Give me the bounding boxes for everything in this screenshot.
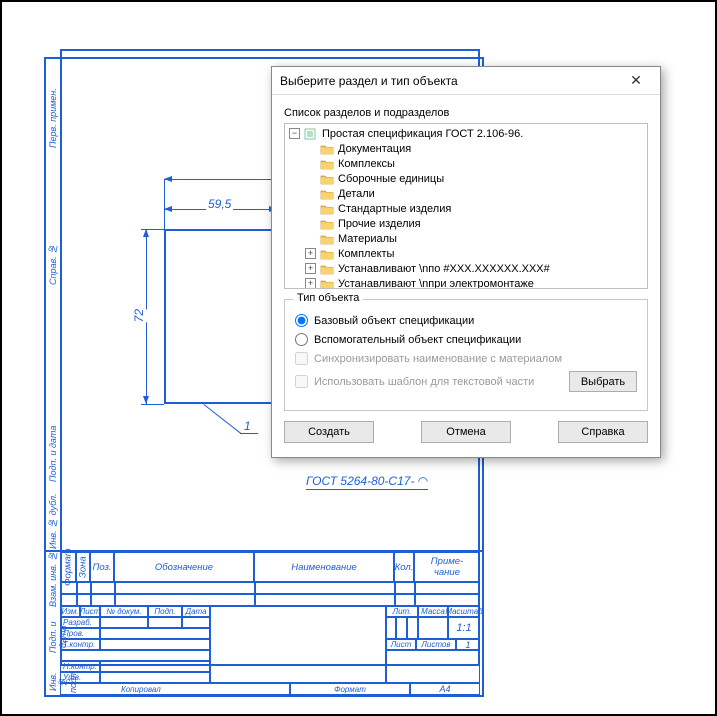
- title-block: Формат Зона Поз. Обозначение Наименовани…: [46, 550, 482, 695]
- radio-aux-object[interactable]: Вспомогательный объект спецификации: [295, 333, 637, 346]
- type-groupbox: Тип объекта Базовый объект спецификации …: [284, 299, 648, 411]
- margin-label: Подп. и дата: [48, 419, 58, 489]
- tree-item[interactable]: Детали: [289, 186, 643, 201]
- expand-icon[interactable]: +: [305, 278, 316, 289]
- tree-item-label: Детали: [338, 188, 375, 200]
- cancel-button[interactable]: Отмена: [421, 421, 511, 443]
- tree-item[interactable]: + Комплекты: [289, 246, 643, 261]
- tree-spacer: [305, 218, 316, 229]
- collapse-icon[interactable]: −: [289, 128, 300, 139]
- help-button[interactable]: Справка: [558, 421, 648, 443]
- leader-text: 1: [242, 419, 253, 433]
- close-icon[interactable]: ✕: [620, 71, 652, 91]
- radio-label: Базовый объект спецификации: [314, 315, 474, 327]
- margin-label: Инв. № дубл.: [48, 493, 58, 549]
- tree-root[interactable]: − Простая спецификация ГОСТ 2.106-96.: [289, 126, 643, 141]
- checkbox-label: Синхронизировать наименование с материал…: [314, 353, 562, 365]
- tree-spacer: [305, 233, 316, 244]
- tree-spacer: [305, 188, 316, 199]
- tree-spacer: [305, 203, 316, 214]
- expand-icon[interactable]: +: [305, 263, 316, 274]
- radio-label: Вспомогательный объект спецификации: [314, 334, 521, 346]
- tree-item[interactable]: Прочие изделия: [289, 216, 643, 231]
- select-button[interactable]: Выбрать: [569, 371, 637, 392]
- groupbox-legend: Тип объекта: [293, 292, 363, 304]
- folder-icon: [320, 233, 334, 245]
- radio-input[interactable]: [295, 333, 308, 346]
- margin-label: Справ. №: [48, 209, 58, 319]
- radio-input[interactable]: [295, 314, 308, 327]
- tree-item[interactable]: Материалы: [289, 231, 643, 246]
- tree-item[interactable]: + Устанавливают \nпо #XXX.XXXXXX.XXX#: [289, 261, 643, 276]
- checkbox-input: [295, 375, 308, 388]
- tree-root-label: Простая спецификация ГОСТ 2.106-96.: [322, 128, 523, 140]
- folder-icon: [320, 188, 334, 200]
- tree-item-label: Документация: [338, 143, 411, 155]
- tree-item[interactable]: Сборочные единицы: [289, 171, 643, 186]
- dimension-text: 59,5: [206, 197, 233, 211]
- folder-icon: [320, 218, 334, 230]
- folder-icon: [320, 158, 334, 170]
- folder-icon: [320, 173, 334, 185]
- tree-item[interactable]: + Устанавливают \nпри электромонтаже: [289, 276, 643, 289]
- tree-item-label: Материалы: [338, 233, 397, 245]
- tree-item-label: Устанавливают \nпри электромонтаже: [338, 278, 534, 290]
- folder-icon: [320, 143, 334, 155]
- dialog-titlebar[interactable]: Выберите раздел и тип объекта ✕: [272, 67, 660, 95]
- tree-item[interactable]: Документация: [289, 141, 643, 156]
- tree-item-label: Стандартные изделия: [338, 203, 451, 215]
- checkbox-input: [295, 352, 308, 365]
- tree-item[interactable]: Стандартные изделия: [289, 201, 643, 216]
- list-caption: Список разделов и подразделов: [284, 107, 648, 119]
- check-sync-name: Синхронизировать наименование с материал…: [295, 352, 637, 365]
- radio-base-object[interactable]: Базовый объект спецификации: [295, 314, 637, 327]
- gost-note: ГОСТ 5264-80-С17- ◠: [306, 474, 428, 490]
- checkbox-label: Использовать шаблон для текстовой части: [314, 376, 563, 388]
- sheet-icon: [304, 128, 318, 140]
- tree-spacer: [305, 158, 316, 169]
- dialog-section-type: Выберите раздел и тип объекта ✕ Список р…: [271, 66, 661, 458]
- tree-item-label: Комплексы: [338, 158, 395, 170]
- tree-item-label: Прочие изделия: [338, 218, 421, 230]
- tree-view[interactable]: − Простая спецификация ГОСТ 2.106-96. До…: [284, 123, 648, 289]
- tree-item-label: Комплекты: [338, 248, 394, 260]
- folder-icon: [320, 278, 334, 290]
- tree-spacer: [305, 143, 316, 154]
- folder-icon: [320, 263, 334, 275]
- tree-item[interactable]: Комплексы: [289, 156, 643, 171]
- create-button[interactable]: Создать: [284, 421, 374, 443]
- margin-label: Перв. примен.: [48, 63, 58, 173]
- expand-icon[interactable]: +: [305, 248, 316, 259]
- tree-item-label: Сборочные единицы: [338, 173, 444, 185]
- dimension-text: 72: [130, 309, 148, 322]
- tree-spacer: [305, 173, 316, 184]
- tree-item-label: Устанавливают \nпо #XXX.XXXXXX.XXX#: [338, 263, 550, 275]
- folder-icon: [320, 203, 334, 215]
- dialog-title-text: Выберите раздел и тип объекта: [280, 74, 620, 88]
- folder-icon: [320, 248, 334, 260]
